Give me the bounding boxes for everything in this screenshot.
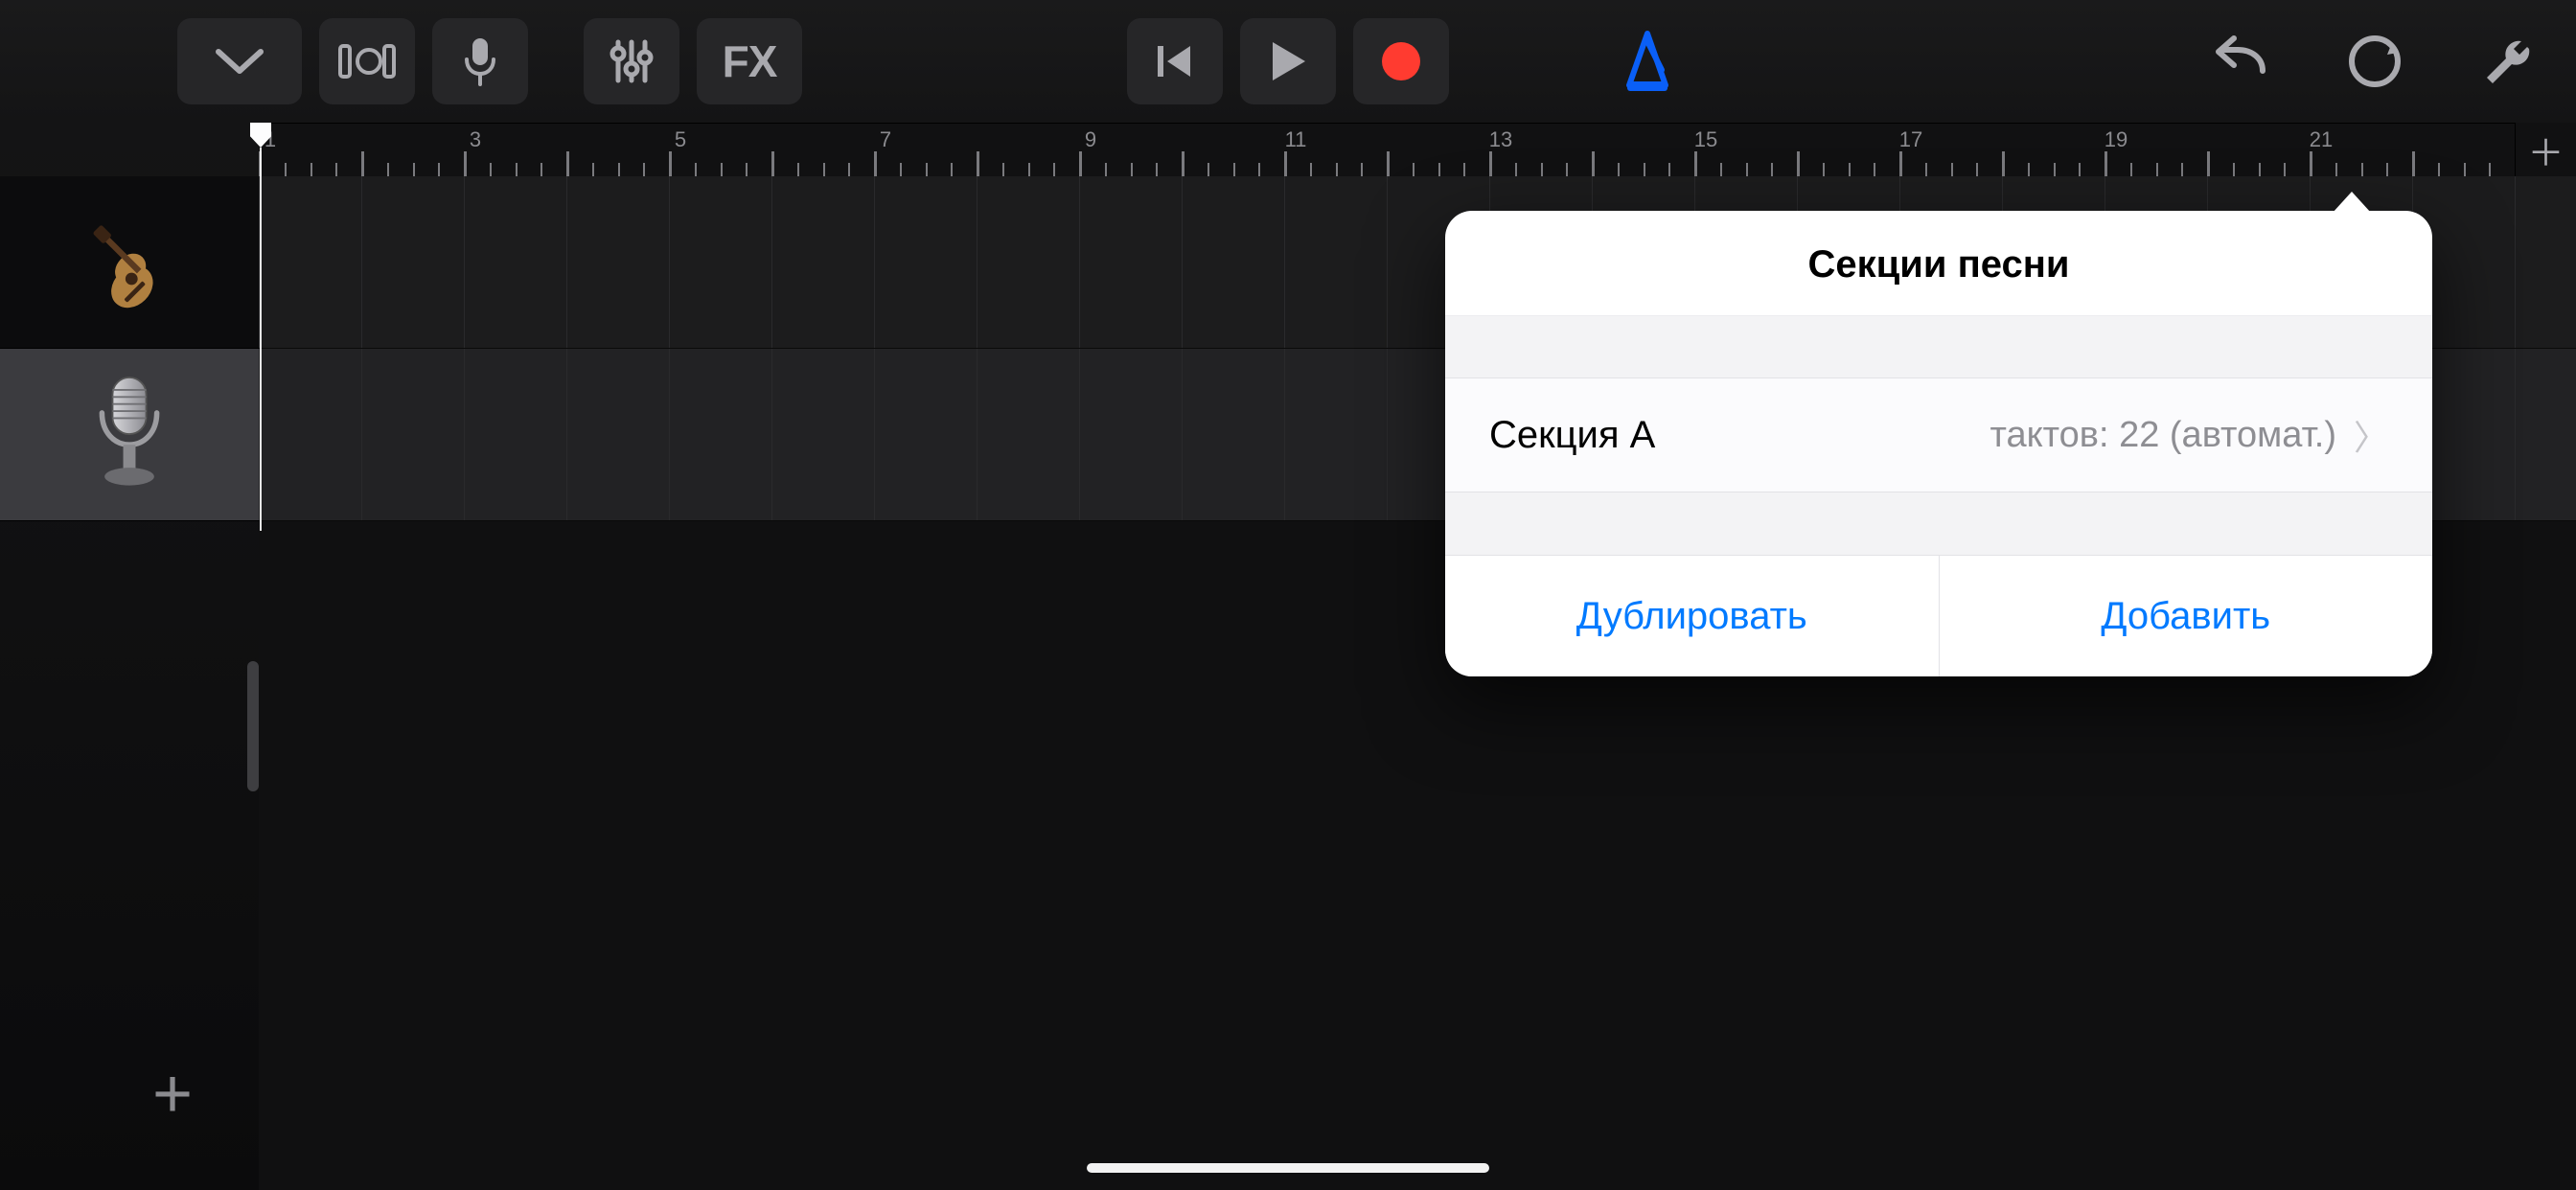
track-header-guitar[interactable] [0,176,259,349]
loop-browser-button[interactable] [2336,32,2413,91]
sliders-icon [607,36,656,86]
playhead-line [260,148,262,531]
top-toolbar: FX [0,0,2576,123]
timeline-ruler[interactable]: 13579111315171921 [259,123,2576,176]
play-button[interactable] [1240,18,1336,104]
plus-icon: + [152,1060,193,1129]
duplicate-button[interactable]: Дублировать [1445,556,1939,676]
ruler-bar-label: 11 [1285,127,1307,152]
track-view-icon [338,39,396,83]
section-row-a[interactable]: Секция A тактов: 22 (автомат.) 〉 [1445,378,2432,492]
wrench-icon [2477,30,2541,93]
view-menu-button[interactable] [177,18,302,104]
record-button[interactable] [1353,18,1449,104]
ruler-bar-label: 5 [675,127,686,152]
fx-label: FX [723,35,777,87]
ruler-bar-label: 19 [2104,127,2128,152]
toolbar-left-cluster: FX [177,18,802,104]
microphone-button[interactable] [432,18,528,104]
ruler-bar-label: 9 [1085,127,1096,152]
add-button[interactable]: Добавить [1939,556,2433,676]
popover-actions: Дублировать Добавить [1445,556,2432,676]
ruler-bar-label: 7 [880,127,891,152]
ruler-bar-label: 13 [1489,127,1512,152]
track-scroll-indicator [247,661,259,791]
play-icon [1267,38,1309,84]
transport-cluster [1127,18,1449,104]
chevron-right-icon: 〉 [2354,410,2388,460]
ruler-bar-label: 3 [470,127,481,152]
app-root: FX [0,0,2576,1190]
microphone-icon [461,34,499,88]
studio-mic-icon [72,378,187,492]
home-indicator [1087,1163,1489,1173]
ruler-bar-label: 21 [2310,127,2333,152]
chevron-down-icon [215,46,264,77]
metronome-icon [1614,28,1681,95]
add-label: Добавить [2101,595,2270,638]
go-to-start-icon [1152,38,1198,84]
track-view-button[interactable] [319,18,415,104]
guitar-icon [72,205,187,320]
popover-spacer [1445,492,2432,556]
duplicate-label: Дублировать [1576,595,1807,638]
popover-spacer [1445,316,2432,378]
settings-button[interactable] [2471,30,2547,93]
ruler-bar-label: 17 [1899,127,1922,152]
record-icon [1380,40,1422,82]
undo-icon [2207,34,2274,88]
go-to-start-button[interactable] [1127,18,1223,104]
track-headers-column [0,176,259,521]
section-label: Секция A [1489,414,1655,457]
undo-button[interactable] [2202,34,2279,88]
plus-icon: ＋ [2527,124,2564,176]
add-track-button[interactable]: + [134,1056,211,1133]
popover-title: Секции песни [1445,211,2432,316]
loop-icon [2345,32,2404,91]
fx-button[interactable]: FX [697,18,802,104]
mixer-button[interactable] [584,18,679,104]
add-section-button[interactable]: ＋ [2515,123,2576,176]
section-detail: тактов: 22 (автомат.) [1990,415,2336,456]
metronome-button[interactable] [1614,28,1681,95]
song-sections-popover: Секции песни Секция A тактов: 22 (автома… [1445,211,2432,676]
ruler-bar-label: 15 [1694,127,1717,152]
toolbar-right-cluster [2202,30,2547,93]
track-header-mic[interactable] [0,349,259,521]
